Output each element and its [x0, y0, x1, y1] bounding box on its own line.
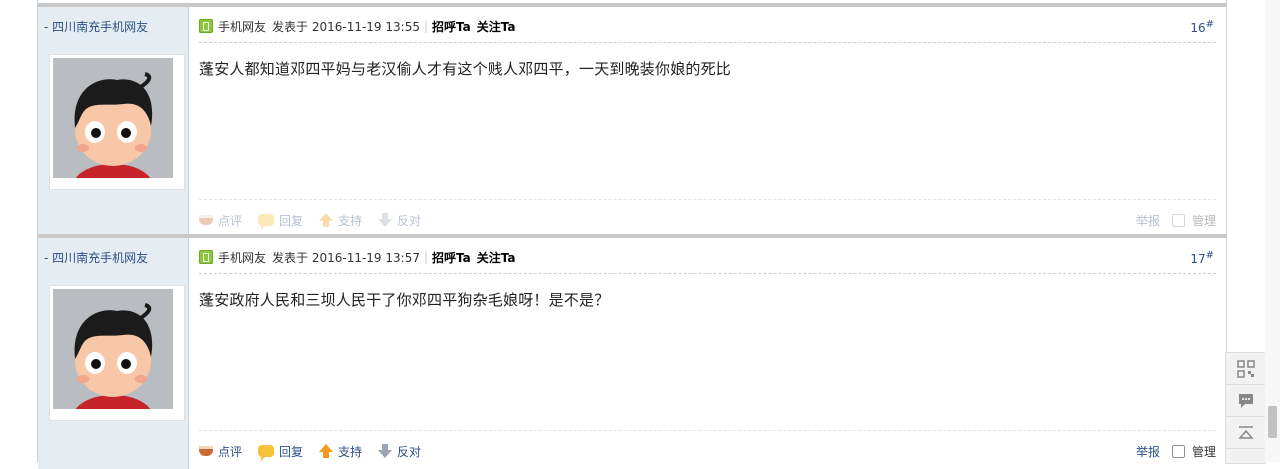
manage-checkbox[interactable] — [1171, 213, 1185, 227]
report-link[interactable]: 举报 — [1136, 212, 1160, 229]
manage-label: 管理 — [1191, 444, 1216, 459]
arrow-down-icon — [378, 444, 393, 458]
scrollbar-thumb[interactable] — [1268, 406, 1277, 438]
post-time: 发表于 2016-11-19 13:57 — [272, 250, 420, 265]
avatar-image — [53, 58, 173, 178]
manage-checkbox[interactable] — [1171, 444, 1185, 458]
post-meta: 手机网友 发表于 2016-11-19 13:57 | 招呼Ta 关注Ta — [199, 248, 1216, 266]
post-actions: 点评 回复 支持 反对 举报 管理 — [199, 211, 1216, 230]
oppose-button[interactable]: 反对 — [378, 212, 421, 229]
mobile-icon — [199, 19, 213, 33]
floor-number[interactable]: 17# — [1190, 250, 1214, 266]
arrow-up-icon — [319, 444, 334, 458]
reply-button[interactable]: 回复 — [258, 443, 303, 461]
greet-link[interactable]: 招呼Ta — [432, 18, 471, 35]
avatar[interactable] — [49, 285, 185, 421]
divider — [199, 273, 1216, 274]
post-source: 手机网友 — [218, 19, 267, 34]
avatar-image — [53, 289, 173, 409]
arrow-down-icon — [378, 213, 393, 227]
post-content: 手机网友 发表于 2016-11-19 13:57 | 招呼Ta 关注Ta 17… — [189, 238, 1226, 469]
post-meta: 手机网友 发表于 2016-11-19 13:55 | 招呼Ta 关注Ta — [199, 17, 1216, 35]
author-name[interactable]: - 四川南充手机网友 — [44, 18, 148, 35]
comment-cup-icon — [199, 446, 213, 456]
post-time: 发表于 2016-11-19 13:55 — [272, 19, 420, 34]
post: - 四川南充手机网友 手机 — [38, 3, 1226, 238]
manage-label: 管理 — [1191, 213, 1216, 228]
thread-container: - 四川南充手机网友 手机网友 发表于 2016-11-19 13:55 | 招… — [37, 0, 1227, 469]
follow-link[interactable]: 关注Ta — [477, 18, 516, 35]
post: - 四川南充手机网友 手机 — [38, 234, 1226, 469]
author-panel: - 四川南充手机网友 — [38, 7, 189, 238]
comment-float-button[interactable] — [1226, 385, 1266, 417]
post-actions: 点评 回复 支持 反对 举报 管理 — [199, 442, 1216, 461]
follow-link[interactable]: 关注Ta — [477, 249, 516, 266]
support-button[interactable]: 支持 — [319, 212, 362, 229]
divider — [199, 430, 1216, 431]
comment-icon — [1239, 393, 1253, 408]
comment-button[interactable]: 点评 — [199, 443, 242, 460]
post-message: 蓬安政府人民和三坝人民干了你邓四平狗杂毛娘呀！是不是？ — [199, 291, 610, 309]
divider — [199, 42, 1216, 43]
avatar[interactable] — [49, 54, 185, 190]
divider — [199, 199, 1216, 200]
author-name[interactable]: - 四川南充手机网友 — [44, 249, 148, 266]
reply-bubble-icon — [258, 214, 275, 230]
support-button[interactable]: 支持 — [319, 443, 362, 460]
reply-button[interactable]: 回复 — [258, 212, 303, 230]
back-to-top-button[interactable] — [1226, 417, 1266, 449]
floating-toolbar — [1225, 352, 1266, 464]
back-to-top-icon — [1238, 425, 1254, 439]
report-link[interactable]: 举报 — [1136, 443, 1160, 460]
reply-bubble-icon — [258, 445, 275, 461]
qrcode-icon — [1237, 359, 1255, 378]
comment-cup-icon — [199, 215, 213, 225]
floor-number[interactable]: 16# — [1190, 19, 1214, 35]
qrcode-button[interactable] — [1226, 353, 1266, 385]
author-panel: - 四川南充手机网友 — [38, 238, 189, 469]
post-source: 手机网友 — [218, 250, 267, 265]
post-message: 蓬安人都知道邓四平妈与老汉偷人才有这个贱人邓四平，一天到晚装你娘的死比 — [199, 60, 732, 78]
scrollbar[interactable] — [1265, 0, 1280, 462]
greet-link[interactable]: 招呼Ta — [432, 249, 471, 266]
post-content: 手机网友 发表于 2016-11-19 13:55 | 招呼Ta 关注Ta 16… — [189, 7, 1226, 238]
arrow-up-icon — [319, 213, 334, 227]
comment-button[interactable]: 点评 — [199, 212, 242, 229]
oppose-button[interactable]: 反对 — [378, 443, 421, 460]
mobile-icon — [199, 250, 213, 264]
